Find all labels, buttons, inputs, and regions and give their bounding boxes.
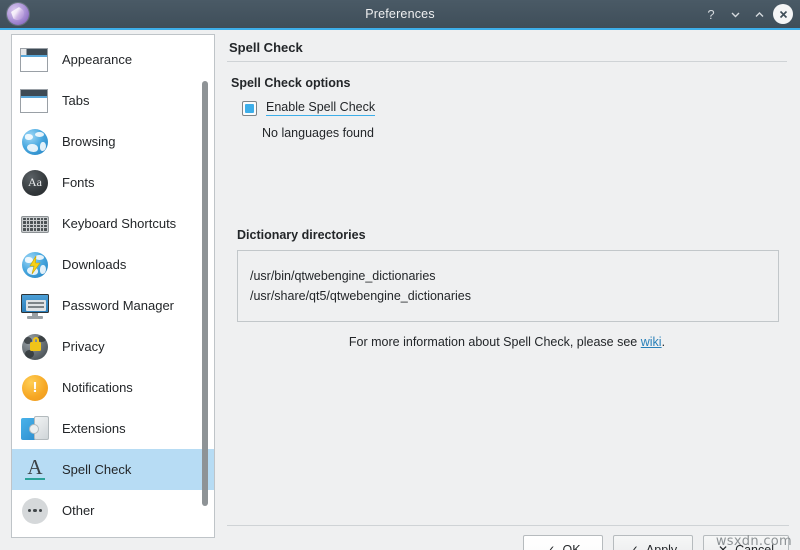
sidebar-scrollbar[interactable]	[200, 39, 210, 533]
ellipsis-circle-icon	[20, 496, 50, 526]
languages-note: No languages found	[262, 126, 789, 140]
maximize-icon[interactable]	[748, 3, 770, 25]
letter-a-icon: A	[20, 455, 50, 485]
close-button[interactable]	[772, 3, 794, 25]
sidebar-item-label: Tabs	[62, 93, 89, 108]
sidebar-item-label: Privacy	[62, 339, 105, 354]
sidebar-item-spell-check[interactable]: A Spell Check	[12, 449, 214, 490]
sidebar-item-other[interactable]: Other	[12, 490, 214, 531]
ok-label: OK	[563, 543, 581, 550]
help-glyph: ?	[707, 8, 714, 21]
spell-check-options-heading: Spell Check options	[231, 76, 789, 90]
keyboard-icon	[20, 209, 50, 239]
page-title: Spell Check	[225, 34, 789, 61]
info-suffix: .	[662, 335, 665, 349]
monitor-password-icon	[20, 291, 50, 321]
sidebar-item-label: Password Manager	[62, 298, 174, 313]
title-bar: Preferences ?	[0, 0, 800, 30]
minimize-icon[interactable]	[724, 3, 746, 25]
window-title: Preferences	[0, 7, 800, 21]
sidebar-item-label: Notifications	[62, 380, 133, 395]
sidebar-item-appearance[interactable]: Appearance	[12, 39, 214, 80]
dictionary-directories-box: /usr/bin/qtwebengine_dictionaries /usr/s…	[237, 250, 779, 322]
sidebar-item-keyboard-shortcuts[interactable]: Keyboard Shortcuts	[12, 203, 214, 244]
ok-button[interactable]: ✓ OK	[523, 535, 603, 550]
dictionary-path: /usr/share/qt5/qtwebengine_dictionaries	[250, 287, 778, 306]
exclamation-circle-icon: !	[20, 373, 50, 403]
tabs-window-icon	[20, 86, 50, 116]
sidebar-item-label: Spell Check	[62, 462, 131, 477]
sidebar-item-extensions[interactable]: Extensions	[12, 408, 214, 449]
info-line: For more information about Spell Check, …	[225, 335, 789, 349]
help-icon[interactable]: ?	[700, 3, 722, 25]
settings-panel: Spell Check Spell Check options Enable S…	[225, 34, 789, 538]
puzzle-piece-icon	[20, 414, 50, 444]
sidebar-item-privacy[interactable]: Privacy	[12, 326, 214, 367]
sidebar-item-fonts[interactable]: Aa Fonts	[12, 162, 214, 203]
scrollbar-thumb[interactable]	[202, 81, 208, 506]
watermark: wsxdn.com	[716, 534, 792, 549]
wiki-link[interactable]: wiki	[641, 335, 662, 349]
info-prefix: For more information about Spell Check, …	[349, 335, 641, 349]
globe-download-icon	[20, 250, 50, 280]
sidebar-item-label: Extensions	[62, 421, 126, 436]
window-icon	[20, 45, 50, 75]
sidebar-item-downloads[interactable]: Downloads	[12, 244, 214, 285]
dictionary-path: /usr/bin/qtwebengine_dictionaries	[250, 267, 778, 286]
dictionary-directories-heading: Dictionary directories	[237, 228, 789, 242]
sidebar-item-password-manager[interactable]: Password Manager	[12, 285, 214, 326]
sidebar-item-tabs[interactable]: Tabs	[12, 80, 214, 121]
window-controls: ?	[700, 0, 794, 28]
sidebar-item-label: Keyboard Shortcuts	[62, 216, 176, 231]
check-icon: ✓	[545, 544, 555, 550]
settings-sidebar: Appearance Tabs Browsing Aa Fonts	[11, 34, 215, 538]
sidebar-item-label: Downloads	[62, 257, 126, 272]
font-aa-icon: Aa	[20, 168, 50, 198]
globe-lock-icon	[20, 332, 50, 362]
sidebar-item-notifications[interactable]: ! Notifications	[12, 367, 214, 408]
enable-spell-check-label[interactable]: Enable Spell Check	[266, 100, 375, 116]
sidebar-item-label: Fonts	[62, 175, 95, 190]
enable-spell-check-checkbox[interactable]	[242, 101, 257, 116]
sidebar-item-label: Other	[62, 503, 95, 518]
sidebar-item-label: Appearance	[62, 52, 132, 67]
sidebar-list: Appearance Tabs Browsing Aa Fonts	[12, 35, 214, 531]
footer-divider	[227, 525, 789, 526]
preferences-window: Preferences ? Appearanc	[0, 0, 800, 550]
close-icon	[773, 4, 793, 24]
check-icon: ✓	[629, 544, 639, 550]
sidebar-item-browsing[interactable]: Browsing	[12, 121, 214, 162]
apply-button[interactable]: ✓ Apply	[613, 535, 693, 550]
globe-icon	[20, 127, 50, 157]
sidebar-item-label: Browsing	[62, 134, 115, 149]
falkon-logo-icon	[7, 3, 29, 25]
dialog-body: Appearance Tabs Browsing Aa Fonts	[0, 30, 800, 550]
enable-spell-check-row[interactable]: Enable Spell Check	[242, 100, 789, 116]
title-divider	[227, 61, 787, 62]
apply-label: Apply	[646, 543, 677, 550]
